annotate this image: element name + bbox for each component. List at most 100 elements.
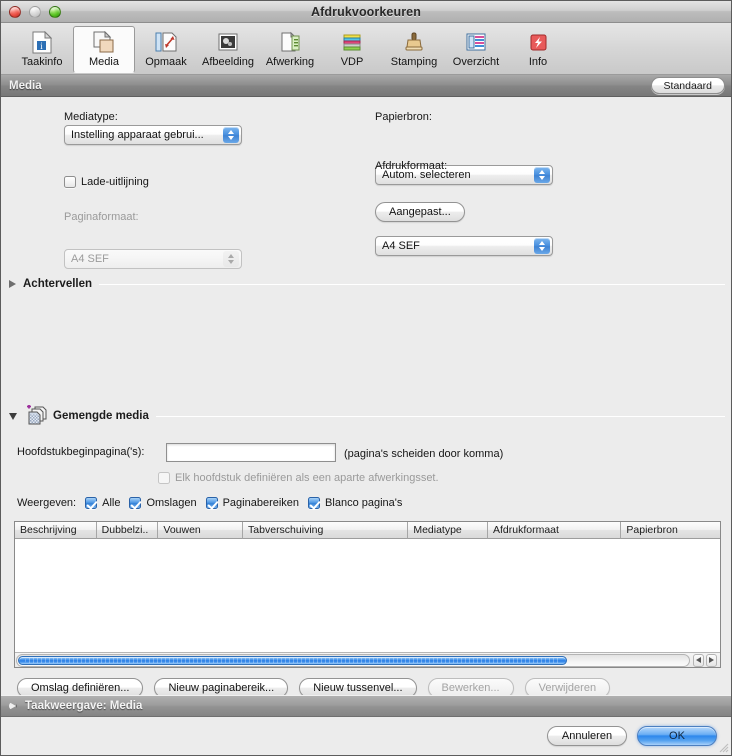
group-label: Achtervellen xyxy=(23,278,93,290)
show-label: Weergeven: xyxy=(17,497,77,509)
cancel-button[interactable]: Annuleren xyxy=(547,726,627,746)
pane-header: Media Standaard xyxy=(1,75,731,97)
finishing-icon xyxy=(277,30,303,54)
resize-grip-icon[interactable] xyxy=(717,741,729,753)
printformat-value: A4 SEF xyxy=(382,240,420,252)
ok-button[interactable]: OK xyxy=(637,726,717,746)
toolbar-item-overzicht[interactable]: Overzicht xyxy=(445,26,507,73)
horizontal-scrollbar[interactable] xyxy=(15,652,720,667)
show-option-paginabereiken[interactable]: Paginabereiken xyxy=(205,497,300,509)
toolbar-item-afbeelding[interactable]: Afbeelding xyxy=(197,26,259,73)
checkbox-box xyxy=(308,497,321,509)
chevron-updown-icon xyxy=(534,238,550,254)
show-option-alle[interactable]: Alle xyxy=(85,497,120,509)
dialog-footer: Annuleren OK xyxy=(1,717,731,755)
group-divider xyxy=(99,283,725,285)
new-page-range-button[interactable]: Nieuw paginabereik... xyxy=(154,678,289,695)
group-taakweergave[interactable]: Taakweergave: Media xyxy=(1,695,731,717)
chapter-start-input[interactable] xyxy=(166,443,336,462)
toolbar: i Taakinfo Media Opmaak Afbeelding Afwer… xyxy=(1,23,731,75)
group-gemengde-media[interactable]: Gemengde media xyxy=(9,405,725,427)
show-option-label: Paginabereiken xyxy=(222,497,300,509)
tray-alignment-checkbox[interactable]: Lade-uitlijning xyxy=(64,176,149,188)
printformat-label: Afdrukformaat: xyxy=(375,160,448,172)
print-preferences-window: Afdrukvoorkeuren i Taakinfo Media Opmaak xyxy=(0,0,732,756)
disclosure-triangle-down-icon[interactable] xyxy=(9,412,17,420)
show-option-label: Blanco pagina's xyxy=(325,497,403,509)
chevron-updown-icon xyxy=(223,251,239,267)
window-title: Afdrukvoorkeuren xyxy=(311,4,421,19)
group-divider xyxy=(155,415,725,417)
title-bar: Afdrukvoorkeuren xyxy=(1,1,731,23)
disclosure-triangle-right-icon[interactable] xyxy=(9,280,16,288)
show-option-blanco-paginas[interactable]: Blanco pagina's xyxy=(308,497,402,509)
toolbar-item-label: Media xyxy=(89,56,119,68)
checkbox-box xyxy=(205,497,218,509)
table-column-dubbelzijdig[interactable]: Dubbelzi.. xyxy=(96,522,159,539)
show-option-label: Omslagen xyxy=(146,497,197,509)
table-header-row: Beschrijving Dubbelzi.. Vouwen Tabversch… xyxy=(15,522,720,539)
toolbar-item-media[interactable]: Media xyxy=(73,26,135,73)
defaults-button[interactable]: Standaard xyxy=(650,77,725,94)
chapter-start-hint: (pagina's scheiden door komma) xyxy=(344,448,504,460)
mediatype-value: Instelling apparaat gebrui... xyxy=(71,129,204,141)
toolbar-item-label: Taakinfo xyxy=(21,56,63,68)
checkbox-box xyxy=(158,472,170,484)
toolbar-item-label: Stamping xyxy=(390,56,438,68)
checkbox-box xyxy=(64,176,76,188)
info-icon xyxy=(525,30,551,54)
toolbar-item-label: Overzicht xyxy=(452,56,500,68)
toolbar-item-label: Afbeelding xyxy=(202,56,254,68)
vdp-icon xyxy=(339,30,365,54)
checkbox-box xyxy=(129,497,142,509)
show-option-label: Alle xyxy=(102,497,121,509)
toolbar-item-taakinfo[interactable]: i Taakinfo xyxy=(11,26,73,73)
show-option-omslagen[interactable]: Omslagen xyxy=(129,497,197,509)
new-insert-button[interactable]: Nieuw tussenvel... xyxy=(299,678,417,695)
define-cover-button[interactable]: Omslag definiëren... xyxy=(17,678,144,695)
scroll-right-arrow-icon[interactable] xyxy=(706,653,717,667)
scroll-left-arrow-icon[interactable] xyxy=(693,653,704,667)
group-achtervellen[interactable]: Achtervellen xyxy=(9,278,725,290)
toolbar-item-vdp[interactable]: VDP xyxy=(321,26,383,73)
chapter-start-label: Hoofdstukbeginpagina('s): xyxy=(17,446,145,458)
table-column-vouwen[interactable]: Vouwen xyxy=(158,522,244,539)
table-column-tabverschuiving[interactable]: Tabverschuiving xyxy=(243,522,409,539)
toolbar-item-info[interactable]: Info xyxy=(507,26,569,73)
delete-button: Verwijderen xyxy=(524,678,611,695)
layout-icon xyxy=(153,30,179,54)
pageformat-value: A4 SEF xyxy=(71,253,109,265)
chevron-updown-icon xyxy=(223,127,239,143)
table-column-mediatype[interactable]: Mediatype xyxy=(408,522,488,539)
summary-icon xyxy=(463,30,489,54)
mediatype-select[interactable]: Instelling apparaat gebrui... xyxy=(64,125,242,145)
toolbar-item-stamping[interactable]: Stamping xyxy=(383,26,445,73)
scrollbar-track[interactable] xyxy=(16,653,690,667)
custom-format-button[interactable]: Aangepast... xyxy=(375,202,465,222)
scrollbar-thumb[interactable] xyxy=(18,655,568,665)
job-info-icon: i xyxy=(29,30,55,54)
table-column-papierbron[interactable]: Papierbron xyxy=(621,522,720,539)
toolbar-item-label: VDP xyxy=(340,56,364,68)
image-icon xyxy=(215,30,241,54)
disclosure-triangle-right-icon[interactable] xyxy=(9,702,17,710)
media-pane-content: Mediatype: Instelling apparaat gebrui...… xyxy=(1,97,731,695)
group-label: Taakweergave: Media xyxy=(25,700,143,712)
finishing-set-label: Elk hoofdstuk definiëren als een aparte … xyxy=(175,472,439,484)
mixed-media-table: Beschrijving Dubbelzi.. Vouwen Tabversch… xyxy=(14,521,721,668)
toolbar-item-opmaak[interactable]: Opmaak xyxy=(135,26,197,73)
table-body[interactable] xyxy=(15,539,720,652)
table-column-beschrijving[interactable]: Beschrijving xyxy=(15,522,97,539)
toolbar-item-afwerking[interactable]: Afwerking xyxy=(259,26,321,73)
pageformat-select: A4 SEF xyxy=(64,249,242,269)
table-action-buttons: Omslag definiëren... Nieuw paginabereik.… xyxy=(17,678,611,695)
toolbar-item-label: Afwerking xyxy=(265,56,315,68)
stamp-icon xyxy=(401,30,427,54)
edit-button: Bewerken... xyxy=(427,678,514,695)
table-column-afdrukformaat[interactable]: Afdrukformaat xyxy=(488,522,622,539)
toolbar-item-label: Info xyxy=(528,56,548,68)
printformat-select[interactable]: A4 SEF xyxy=(375,236,553,256)
finishing-set-checkbox: Elk hoofdstuk definiëren als een aparte … xyxy=(158,472,439,484)
pane-title: Media xyxy=(9,79,42,92)
tray-alignment-label: Lade-uitlijning xyxy=(81,176,149,188)
